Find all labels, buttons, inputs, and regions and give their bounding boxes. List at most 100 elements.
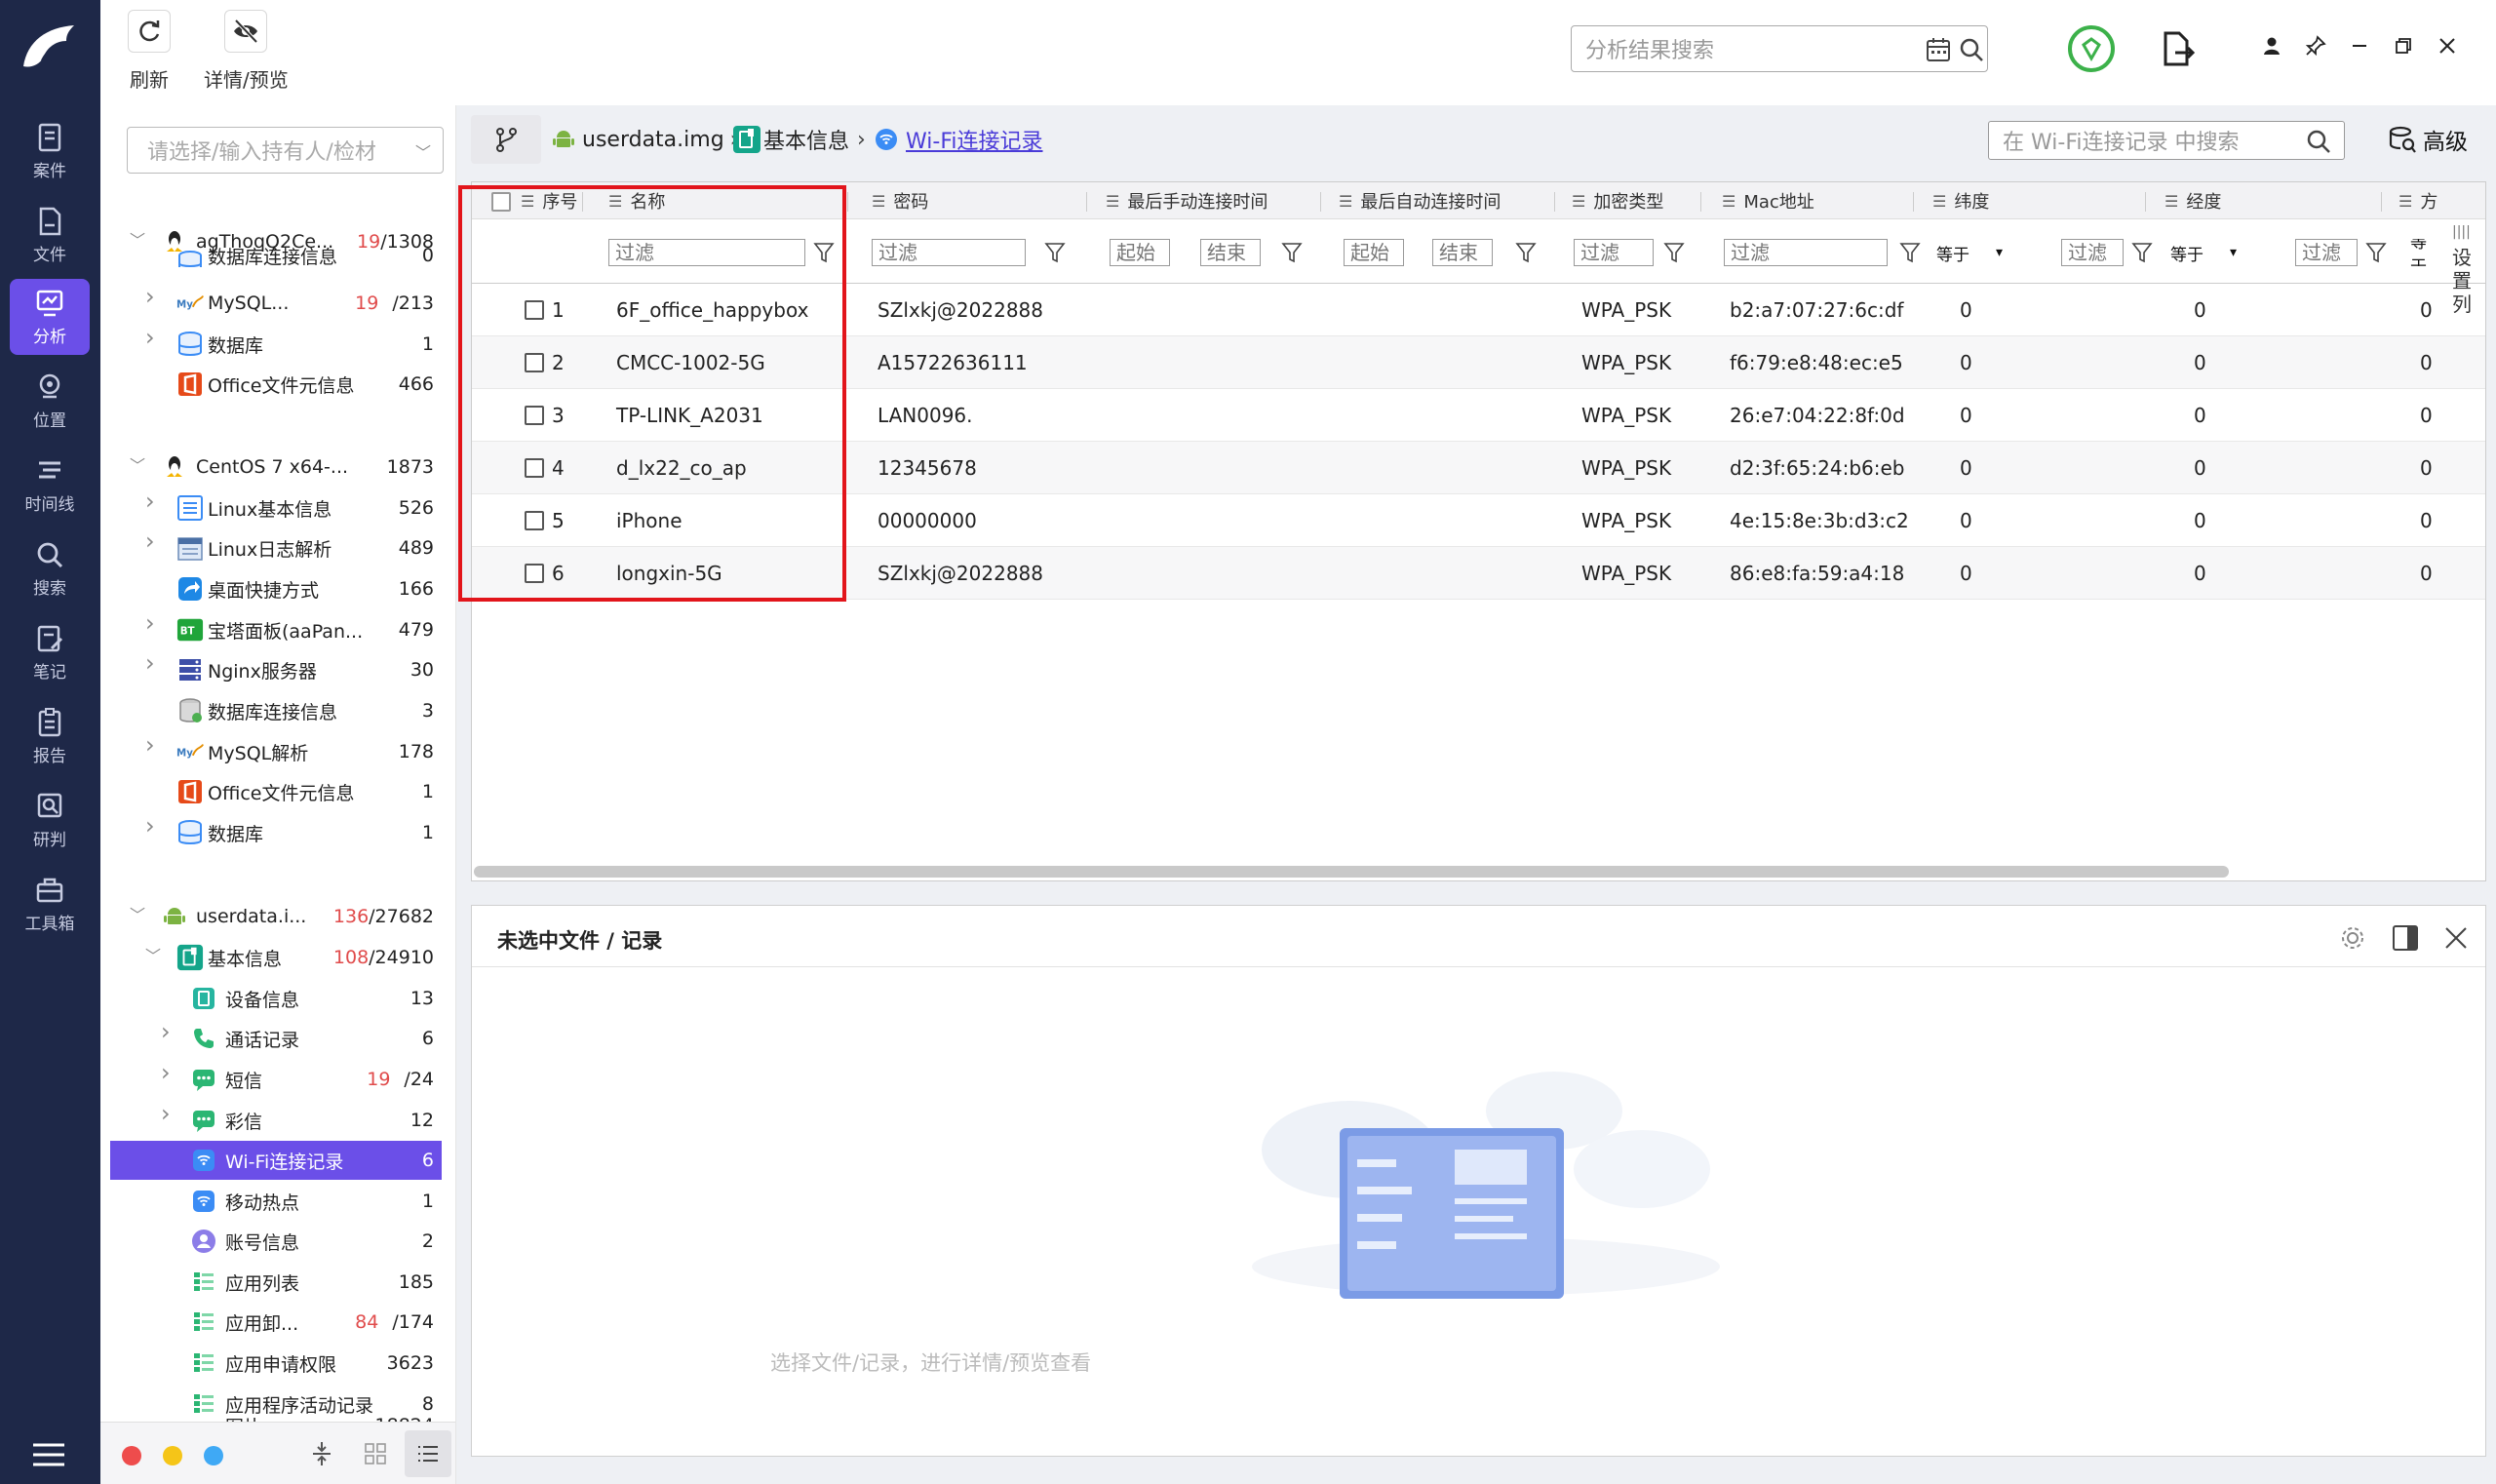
breadcrumb-current[interactable]: Wi-Fi连接记录 xyxy=(875,125,1043,154)
export-icon[interactable] xyxy=(2158,29,2197,68)
nav-item-search[interactable]: 搜索 xyxy=(10,530,90,606)
tree-item[interactable]: › 彩信 12 xyxy=(100,1101,442,1140)
nav-item-judge[interactable]: 研判 xyxy=(10,782,90,858)
auto-time-end-input[interactable]: 结束 xyxy=(1432,239,1493,266)
column-header[interactable]: ☰ 加密类型 xyxy=(1572,182,1663,219)
blue-dot-icon[interactable] xyxy=(204,1446,223,1465)
column-menu-icon[interactable]: ☰ xyxy=(872,192,885,211)
column-header[interactable]: ☰ 纬度 xyxy=(1932,182,1989,219)
manual-time-end-input[interactable]: 结束 xyxy=(1200,239,1261,266)
tree-item[interactable]: 设备信息 13 xyxy=(100,979,442,1018)
record-search-input[interactable]: 在 Wi-Fi连接记录 中搜索 xyxy=(1988,121,2345,160)
branch-button[interactable] xyxy=(471,115,541,164)
column-separator[interactable] xyxy=(2381,192,2382,212)
advanced-search-button[interactable]: 高级 xyxy=(2388,123,2468,156)
refresh-button[interactable]: 刷新 xyxy=(128,10,171,103)
column-separator[interactable] xyxy=(1320,192,1321,212)
tree-item[interactable]: › BT 宝塔面板(aaPan... 479 xyxy=(100,610,442,649)
result-search-input[interactable]: 分析结果搜索 xyxy=(1571,25,1988,72)
calendar-icon[interactable] xyxy=(1925,36,1952,63)
password-filter-input[interactable]: 过滤 xyxy=(872,239,1026,266)
horizontal-scrollbar[interactable] xyxy=(474,866,2229,878)
auto-time-start-input[interactable]: 起始 xyxy=(1344,239,1404,266)
column-menu-icon[interactable]: ☰ xyxy=(1106,192,1119,211)
gear-icon[interactable] xyxy=(2338,923,2367,953)
tree-item[interactable]: ﹀ userdata.i... 136/27682 xyxy=(100,897,442,936)
grid-view-icon[interactable] xyxy=(364,1442,387,1465)
breadcrumb-file[interactable]: userdata.img › xyxy=(553,125,738,154)
filter-icon[interactable] xyxy=(1515,241,1537,264)
tree-item[interactable]: › Linux基本信息 526 xyxy=(100,488,442,527)
pin-icon[interactable] xyxy=(2301,31,2330,60)
collapse-chevron-icon[interactable]: › xyxy=(145,733,159,757)
column-menu-icon[interactable]: ☰ xyxy=(2398,192,2412,211)
nav-item-analysis[interactable]: 分析 xyxy=(10,279,90,355)
tree-item[interactable]: 应用申请权限 3623 xyxy=(100,1344,442,1383)
collapse-chevron-icon[interactable]: › xyxy=(145,651,159,675)
column-separator[interactable] xyxy=(2145,192,2146,212)
tree-item[interactable]: 数据库连接信息 3 xyxy=(100,691,442,730)
column-menu-icon[interactable]: ☰ xyxy=(1572,192,1585,211)
tree-item[interactable]: ﹀ CentOS 7 x64-... 1873 xyxy=(100,448,442,487)
column-header[interactable]: ☰ 方 xyxy=(2398,182,2438,219)
search-icon[interactable] xyxy=(1958,36,1985,63)
expand-chevron-icon[interactable]: ﹀ xyxy=(145,949,161,964)
column-header[interactable]: ☰ 密码 xyxy=(872,182,928,219)
filter-icon[interactable] xyxy=(2131,241,2153,264)
menu-icon[interactable] xyxy=(31,1441,66,1468)
column-menu-icon[interactable]: ☰ xyxy=(1932,192,1946,211)
filter-icon[interactable] xyxy=(1899,241,1921,264)
nav-item-timeline[interactable]: 时间线 xyxy=(10,447,90,523)
minimize-icon[interactable] xyxy=(2345,31,2374,60)
close-icon[interactable] xyxy=(2433,31,2462,60)
column-header[interactable]: ☰ 经度 xyxy=(2164,182,2221,219)
tree-item[interactable]: 移动热点 1 xyxy=(100,1182,442,1221)
tree-item[interactable]: Wi-Fi连接记录 6 xyxy=(110,1141,442,1180)
column-header[interactable]: ☰ 最后自动连接时间 xyxy=(1339,182,1501,219)
set-columns-button[interactable]: |||| 设置列 xyxy=(2452,220,2481,316)
close-icon[interactable] xyxy=(2443,925,2469,951)
red-dot-icon[interactable] xyxy=(122,1446,141,1465)
collapse-chevron-icon[interactable]: › xyxy=(145,326,159,349)
collapse-chevron-icon[interactable]: › xyxy=(145,814,159,838)
tree-item[interactable]: › 短信 19/24 xyxy=(100,1060,442,1099)
column-separator[interactable] xyxy=(847,192,848,212)
filter-icon[interactable] xyxy=(2365,241,2387,264)
nav-item-location[interactable]: 位置 xyxy=(10,363,90,439)
search-icon[interactable] xyxy=(2305,128,2332,155)
manual-time-start-input[interactable]: 起始 xyxy=(1110,239,1170,266)
nav-item-report[interactable]: 报告 xyxy=(10,698,90,774)
latitude-filter-input[interactable]: 过滤 xyxy=(2061,239,2124,266)
nav-item-file[interactable]: 文件 xyxy=(10,197,90,273)
column-menu-icon[interactable]: ☰ xyxy=(2164,192,2178,211)
collapse-chevron-icon[interactable]: › xyxy=(161,1061,175,1084)
expand-chevron-icon[interactable]: ﹀ xyxy=(130,458,145,474)
list-view-button[interactable] xyxy=(405,1430,451,1477)
column-separator[interactable] xyxy=(1086,192,1087,212)
collapse-chevron-icon[interactable]: › xyxy=(161,1102,175,1125)
column-header[interactable]: ☰ 最后手动连接时间 xyxy=(1106,182,1268,219)
breadcrumb-category[interactable]: 基本信息 › xyxy=(732,125,866,154)
expand-chevron-icon[interactable]: ﹀ xyxy=(130,908,145,923)
filter-icon[interactable] xyxy=(1663,241,1685,264)
collapse-chevron-icon[interactable]: › xyxy=(161,1020,175,1043)
collapse-icon[interactable] xyxy=(310,1440,333,1467)
tree-item[interactable]: 账号信息 2 xyxy=(100,1222,442,1261)
tree-item[interactable]: 应用列表 185 xyxy=(100,1263,442,1302)
tree-item[interactable]: › My MySQL... 19/213 xyxy=(100,284,442,323)
column-menu-icon[interactable]: ☰ xyxy=(1339,192,1352,211)
tree-item[interactable]: 桌面快捷方式 166 xyxy=(100,569,442,608)
column-separator[interactable] xyxy=(1700,192,1701,212)
operator-select[interactable]: 等于 ▾ xyxy=(2170,239,2241,266)
operator-select[interactable]: 等于 xyxy=(2410,239,2443,266)
restore-icon[interactable] xyxy=(2389,31,2418,60)
column-separator[interactable] xyxy=(1913,192,1914,212)
tree-item[interactable]: 应用卸... 84/174 xyxy=(100,1303,442,1342)
collapse-chevron-icon[interactable]: › xyxy=(145,489,159,513)
longitude-filter-input[interactable]: 过滤 xyxy=(2295,239,2358,266)
yellow-dot-icon[interactable] xyxy=(163,1446,182,1465)
holder-select[interactable]: 请选择/输入持有人/检材 ﹀ xyxy=(127,127,444,174)
column-separator[interactable] xyxy=(1554,192,1555,212)
operator-select[interactable]: 等于 ▾ xyxy=(1936,239,2007,266)
collapse-chevron-icon[interactable]: › xyxy=(145,285,159,308)
